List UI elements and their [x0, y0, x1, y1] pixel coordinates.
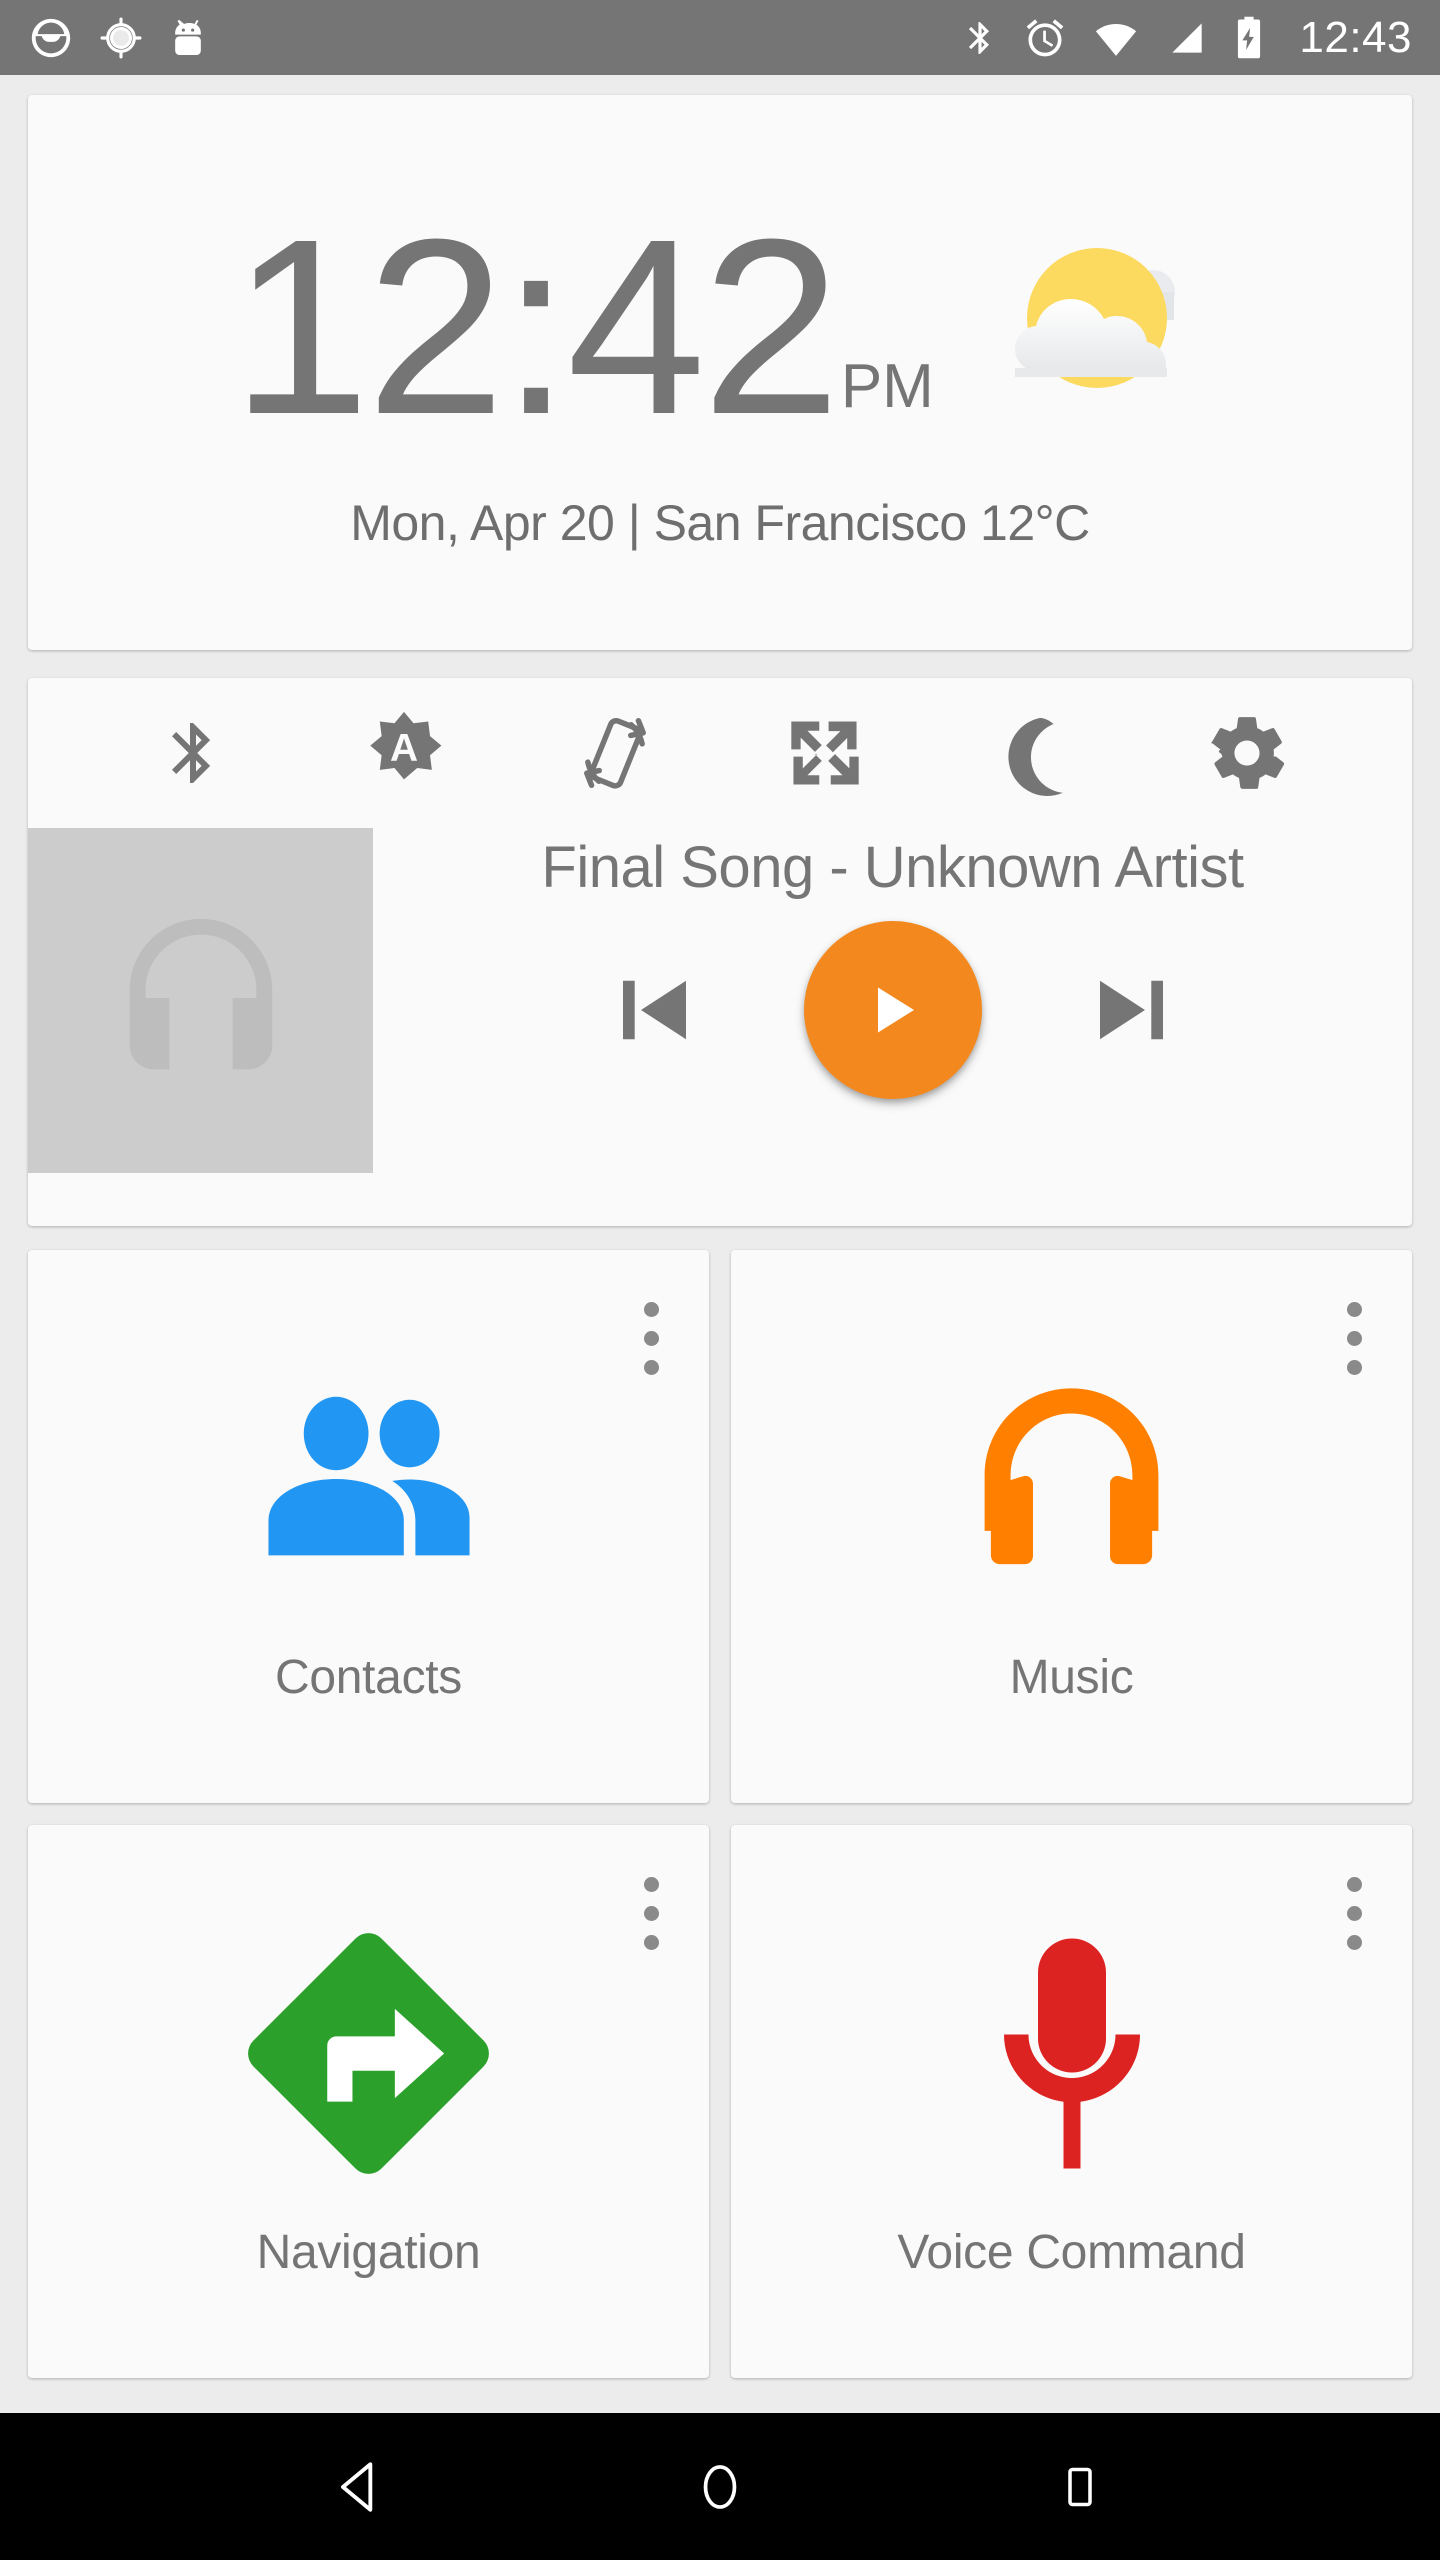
play-button[interactable] [803, 921, 982, 1099]
headphones-icon [964, 1328, 1179, 1628]
overflow-menu-voice-command[interactable] [1341, 1871, 1368, 1956]
auto-brightness-toggle[interactable]: A [349, 698, 459, 808]
clock-time: 12:42 [231, 187, 841, 466]
driving-mode-icon [28, 15, 74, 61]
previous-track-button[interactable] [596, 944, 704, 1076]
home-button[interactable] [660, 2427, 780, 2547]
settings-toggle[interactable] [1192, 698, 1302, 808]
app-tiles-row-2: Navigation Voice Command [28, 1825, 1412, 2378]
microphone-icon [972, 1903, 1172, 2203]
turn-right-diamond-icon [231, 1903, 506, 2203]
clock-display: 12:42 PM [231, 187, 934, 466]
app-tile-label-voice-command: Voice Command [897, 2226, 1246, 2279]
bluetooth-toggle[interactable] [138, 698, 248, 808]
location-icon [100, 17, 142, 59]
partly-cloudy-icon [994, 234, 1209, 414]
app-tile-label-contacts: Contacts [274, 1651, 463, 1704]
clock-ampm: PM [840, 352, 934, 421]
android-icon [168, 16, 208, 60]
app-tile-navigation[interactable]: Navigation [28, 1825, 709, 2378]
overflow-menu-contacts[interactable] [638, 1296, 665, 1381]
app-tiles-grid: Contacts Music Navigation Voice Command [28, 1250, 1412, 2400]
status-bar-left-icons [28, 15, 208, 61]
battery-charging-icon [1233, 14, 1265, 62]
fullscreen-toggle[interactable] [770, 698, 880, 808]
album-art[interactable] [28, 828, 373, 1173]
status-bar-clock: 12:43 [1299, 12, 1412, 62]
media-track-title: Final Song - Unknown Artist [541, 835, 1244, 900]
media-player-body: Final Song - Unknown Artist [28, 828, 1412, 1226]
system-navigation-bar [0, 2413, 1440, 2560]
app-tile-music[interactable]: Music [731, 1250, 1412, 1803]
auto-rotate-toggle[interactable] [560, 698, 670, 808]
overflow-menu-music[interactable] [1341, 1296, 1368, 1381]
quick-toggles-row: A [28, 678, 1412, 828]
app-tile-voice-command[interactable]: Voice Command [731, 1825, 1412, 2378]
people-icon [253, 1328, 485, 1628]
svg-text:A: A [390, 727, 418, 770]
recents-button[interactable] [1020, 2427, 1140, 2547]
do-not-disturb-toggle[interactable] [981, 698, 1091, 808]
headphones-placeholder-icon [106, 903, 296, 1098]
overflow-menu-navigation[interactable] [638, 1871, 665, 1956]
clock-subtitle: Mon, Apr 20 | San Francisco 12°C [350, 495, 1090, 551]
media-info-controls: Final Song - Unknown Artist [373, 828, 1412, 1226]
alarm-icon [1023, 15, 1067, 61]
back-button[interactable] [300, 2427, 420, 2547]
home-screen: 12:43 12:42 PM Mon, Apr 20 | San Francis… [0, 0, 1440, 2560]
next-track-button[interactable] [1082, 944, 1190, 1076]
media-player-card: A Final Song - Unknown Artist [28, 678, 1412, 1226]
bluetooth-icon [961, 15, 999, 61]
app-tile-contacts[interactable]: Contacts [28, 1250, 709, 1803]
app-tile-label-music: Music [1009, 1651, 1134, 1704]
media-controls [596, 921, 1190, 1099]
app-tile-label-navigation: Navigation [256, 2226, 481, 2279]
cellular-signal-icon [1165, 15, 1209, 61]
wifi-icon [1091, 15, 1141, 61]
app-tiles-row-1: Contacts Music [28, 1250, 1412, 1803]
status-bar: 12:43 [0, 0, 1440, 75]
clock-weather-card[interactable]: 12:42 PM Mon, Apr 20 | San Francisco 12°… [28, 95, 1412, 650]
clock-weather-row: 12:42 PM [28, 187, 1412, 466]
status-bar-right-icons: 12:43 [961, 14, 1412, 62]
